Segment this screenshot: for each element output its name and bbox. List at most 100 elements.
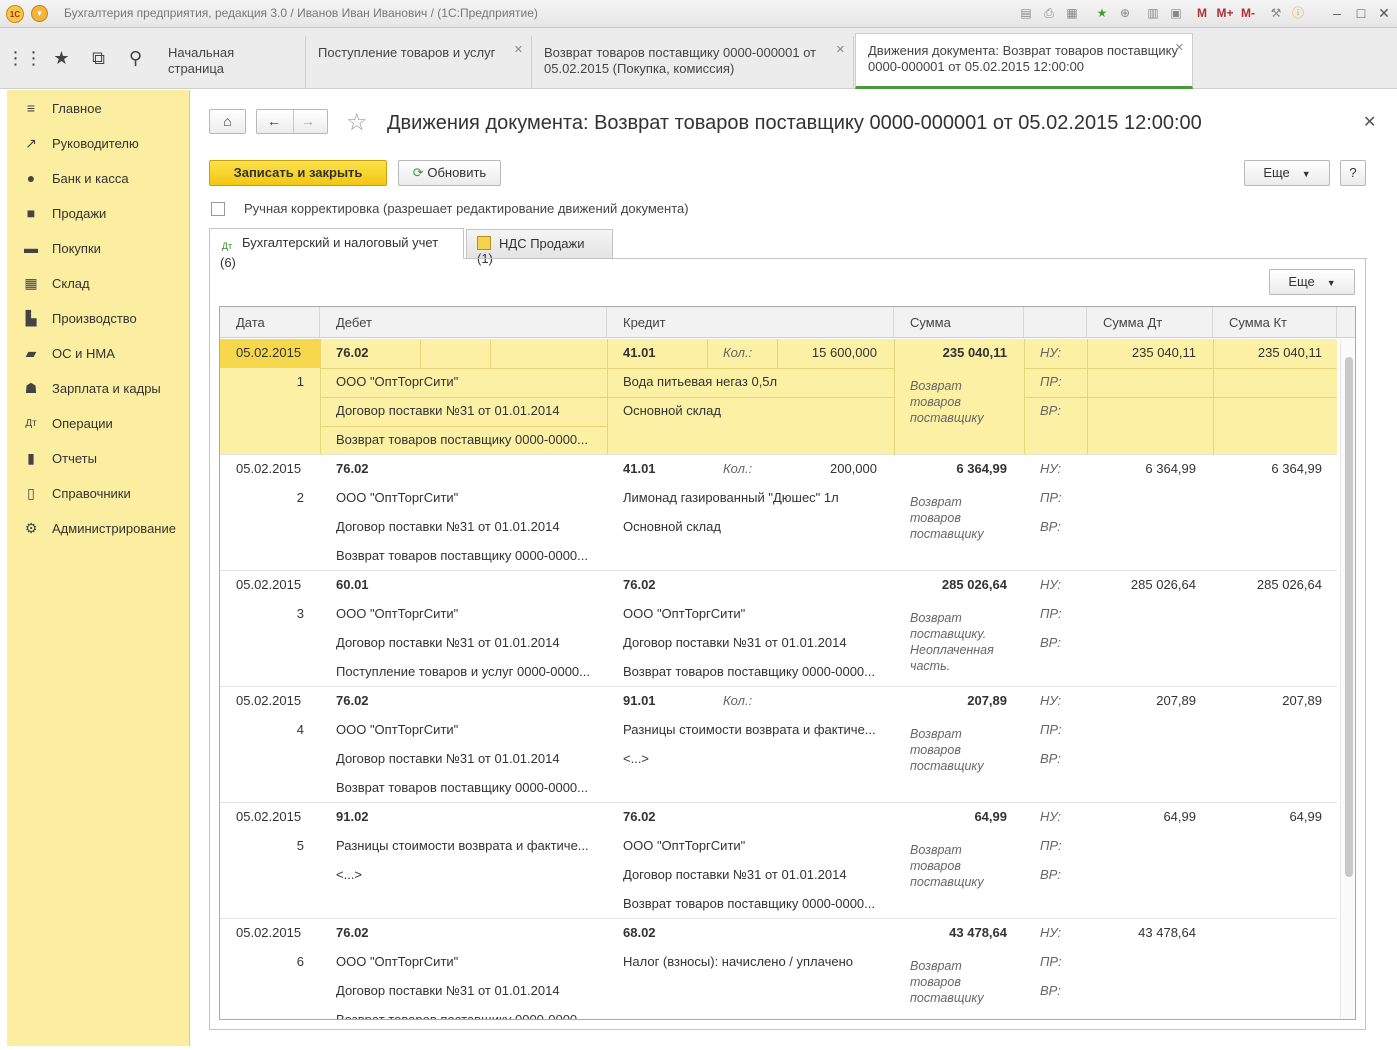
entry-sum[interactable]: 6 364,99 [894, 461, 1007, 476]
sidebar-item-catalogs[interactable]: ▯ Справочники [7, 476, 190, 511]
nu-label[interactable]: НУ: [1040, 809, 1080, 824]
credit-quantity[interactable]: 15 600,000 [780, 345, 877, 360]
nu-label[interactable]: НУ: [1040, 693, 1080, 708]
entry-number[interactable]: 6 [236, 954, 304, 969]
vr-label[interactable]: ВР: [1040, 635, 1080, 650]
forward-arrow-icon[interactable]: → [301, 110, 315, 133]
sidebar-item-assets[interactable]: ▰ ОС и НМА [7, 336, 190, 371]
back-arrow-icon[interactable]: ← [267, 113, 281, 129]
entry-date[interactable]: 05.02.2015 [236, 925, 316, 940]
table-row[interactable]: 05.02.2015 2 76.02 ООО "ОптТоргСити" Договор… [220, 455, 1337, 571]
debit-subconto[interactable]: Возврат товаров поставщику 0000-0000... [336, 1012, 598, 1019]
sidebar-item-salary[interactable]: ☗ Зарплата и кадры [7, 371, 190, 406]
memory-plus-button[interactable]: M+ [1214, 5, 1236, 21]
sidebar-item-main[interactable]: ≡ Главное [7, 91, 190, 126]
credit-account[interactable]: 76.02 [623, 577, 713, 592]
credit-account[interactable]: 68.02 [623, 925, 713, 940]
quantity-label[interactable]: Кол.: [723, 693, 763, 708]
sum-dt[interactable]: 285 026,64 [1087, 577, 1196, 592]
credit-subconto[interactable]: Разницы стоимости возврата и фактиче... [623, 722, 885, 737]
debit-subconto[interactable]: Договор поставки №31 от 01.01.2014 [336, 751, 598, 766]
entry-sum[interactable]: 235 040,11 [894, 345, 1007, 360]
table-row[interactable]: 05.02.2015 6 76.02 ООО "ОптТоргСити" Договор… [220, 919, 1337, 1019]
sidebar-item-reports[interactable]: ▮ Отчеты [7, 441, 190, 476]
col-credit[interactable]: Кредит [607, 307, 894, 338]
debit-subconto[interactable]: Договор поставки №31 от 01.01.2014 [336, 635, 598, 650]
nu-label[interactable]: НУ: [1040, 461, 1080, 476]
manual-correction-checkbox[interactable] [211, 202, 225, 216]
col-date[interactable]: Дата [220, 307, 320, 338]
more-menu-button[interactable]: Еще ▼ [1244, 160, 1330, 186]
calculator-icon[interactable]: ▥ [1145, 5, 1161, 21]
preview-icon[interactable]: ▦ [1064, 5, 1080, 21]
debit-subconto[interactable]: ООО "ОптТоргСити" [336, 606, 598, 621]
apps-grid-icon[interactable]: ⋮⋮ [6, 28, 43, 89]
sidebar-item-bank[interactable]: ● Банк и касса [7, 161, 190, 196]
quantity-label[interactable]: Кол.: [723, 345, 763, 360]
credit-account[interactable]: 91.01 [623, 693, 713, 708]
credit-subconto[interactable]: ООО "ОптТоргСити" [623, 838, 885, 853]
debit-account[interactable]: 91.02 [336, 809, 456, 824]
debit-account[interactable]: 76.02 [336, 925, 456, 940]
debit-account[interactable]: 76.02 [336, 345, 456, 360]
pr-label[interactable]: ПР: [1040, 490, 1080, 505]
vr-label[interactable]: ВР: [1040, 403, 1080, 418]
credit-account[interactable]: 41.01 [623, 461, 713, 476]
credit-account[interactable]: 41.01 [623, 345, 713, 360]
sum-dt[interactable]: 6 364,99 [1087, 461, 1196, 476]
col-tax-types[interactable] [1024, 307, 1087, 338]
debit-subconto[interactable]: ООО "ОптТоргСити" [336, 374, 598, 389]
sidebar-item-operations[interactable]: Дт Операции [7, 406, 190, 441]
home-button[interactable]: ⌂ [209, 109, 246, 134]
table-row[interactable]: 05.02.2015 3 60.01 ООО "ОптТоргСити" Договор… [220, 571, 1337, 687]
save-icon[interactable]: ▤ [1018, 5, 1034, 21]
credit-subconto[interactable]: Возврат товаров поставщику 0000-0000... [623, 896, 885, 911]
debit-subconto[interactable]: ООО "ОптТоргСити" [336, 722, 598, 737]
col-sum-dt[interactable]: Сумма Дт [1087, 307, 1213, 338]
tab-return-document[interactable]: Возврат товаров поставщику 0000-000001 о… [532, 36, 854, 89]
sidebar-item-admin[interactable]: ⚙ Администрирование [7, 511, 190, 546]
table-row[interactable]: 05.02.2015 5 91.02 Разницы стоимости возвра… [220, 803, 1337, 919]
favorite-star-icon[interactable]: ☆ [346, 108, 368, 137]
maximize-button[interactable]: □ [1350, 3, 1372, 23]
tab-accounting[interactable]: Дт Бухгалтерский и налоговый учет (6) [209, 228, 464, 270]
pr-label[interactable]: ПР: [1040, 838, 1080, 853]
close-tab-icon[interactable]: ✕ [836, 42, 845, 58]
debit-subconto[interactable]: <...> [336, 867, 598, 882]
entry-number[interactable]: 4 [236, 722, 304, 737]
entry-sum[interactable]: 43 478,64 [894, 925, 1007, 940]
info-icon[interactable]: ⓘ [1290, 5, 1306, 21]
entry-sum[interactable]: 64,99 [894, 809, 1007, 824]
debit-subconto[interactable]: ООО "ОптТоргСити" [336, 954, 598, 969]
tab-vat-sales[interactable]: НДС Продажи (1) [466, 229, 613, 266]
vr-label[interactable]: ВР: [1040, 983, 1080, 998]
grid-more-button[interactable]: Еще ▼ [1269, 269, 1355, 295]
vr-label[interactable]: ВР: [1040, 519, 1080, 534]
vr-label[interactable]: ВР: [1040, 867, 1080, 882]
favorite-add-icon[interactable]: ★ [1094, 5, 1110, 21]
sum-kt[interactable]: 235 040,11 [1213, 345, 1322, 360]
credit-subconto[interactable]: Основной склад [623, 519, 885, 534]
credit-subconto[interactable]: ООО "ОптТоргСити" [623, 606, 885, 621]
debit-subconto[interactable]: Договор поставки №31 от 01.01.2014 [336, 519, 598, 534]
debit-account[interactable]: 76.02 [336, 461, 456, 476]
tab-document-movements[interactable]: Движения документа: Возврат товаров пост… [855, 33, 1193, 89]
sum-kt[interactable]: 285 026,64 [1213, 577, 1322, 592]
close-tab-icon[interactable]: ✕ [1175, 40, 1184, 56]
pr-label[interactable]: ПР: [1040, 606, 1080, 621]
memory-minus-button[interactable]: M- [1238, 5, 1258, 21]
close-tab-icon[interactable]: ✕ [514, 42, 523, 58]
debit-subconto[interactable]: Договор поставки №31 от 01.01.2014 [336, 403, 598, 418]
sidebar-item-purchases[interactable]: ▬ Покупки [7, 231, 190, 266]
nu-label[interactable]: НУ: [1040, 577, 1080, 592]
sidebar-item-warehouse[interactable]: ▦ Склад [7, 266, 190, 301]
sum-kt[interactable]: 6 364,99 [1213, 461, 1322, 476]
sum-dt[interactable]: 207,89 [1087, 693, 1196, 708]
save-and-close-button[interactable]: Записать и закрыть [209, 160, 387, 186]
debit-subconto[interactable]: ООО "ОптТоргСити" [336, 490, 598, 505]
entry-sum[interactable]: 285 026,64 [894, 577, 1007, 592]
entry-sum[interactable]: 207,89 [894, 693, 1007, 708]
vr-label[interactable]: ВР: [1040, 751, 1080, 766]
tab-home[interactable]: Начальная страница [156, 36, 306, 89]
entry-number[interactable]: 3 [236, 606, 304, 621]
